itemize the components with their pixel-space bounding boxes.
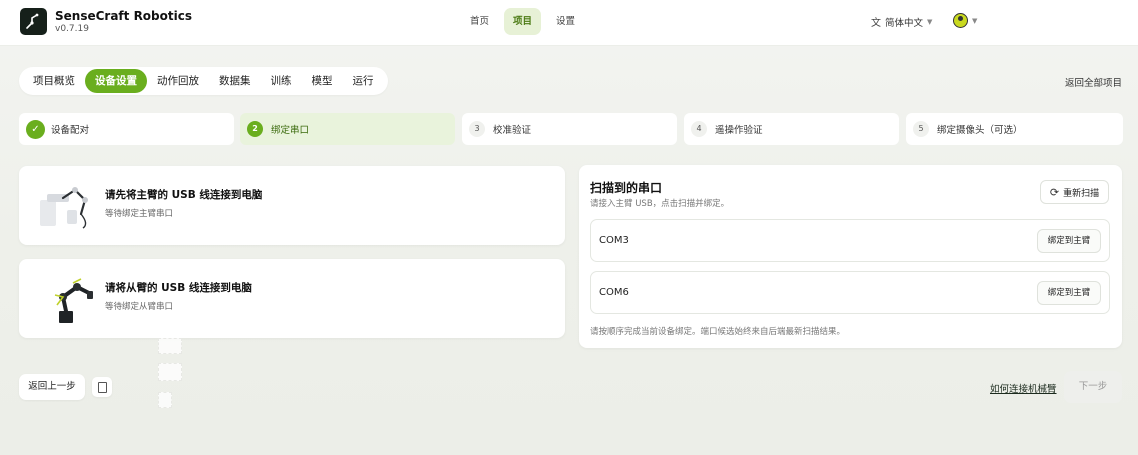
step-label: 绑定串口 (271, 125, 310, 136)
step-device-pairing[interactable]: ✓ 设备配对 (19, 113, 234, 145)
panel-subtitle: 请接入主臂 USB，点击扫描并绑定。 (590, 199, 730, 209)
follower-arm-card: 请将从臂的 USB 线连接到电脑 等待绑定从臂串口 (19, 259, 565, 338)
translate-icon: 文 (871, 18, 881, 29)
step-bind-serial-port[interactable]: 2 绑定串口 (240, 113, 455, 145)
setup-stepper: ✓ 设备配对 2 绑定串口 3 校准验证 4 遥操作验证 5 绑定摄像头（可选） (19, 113, 1123, 145)
bind-to-leader-button[interactable]: 绑定到主臂 (1037, 281, 1101, 305)
brand-name: SenseCraft Robotics (55, 9, 192, 23)
rescan-button[interactable]: ⟳ 重新扫描 (1040, 180, 1109, 204)
step-bind-camera[interactable]: 5 绑定摄像头（可选） (906, 113, 1123, 145)
how-to-connect-arm-link[interactable]: 如何连接机械臂 (990, 381, 1057, 395)
panel-note: 请按顺序完成当前设备绑定。端口候选始终来自后端最新扫描结果。 (590, 327, 846, 337)
step-number: 4 (691, 121, 707, 137)
follower-arm-image (54, 278, 93, 323)
top-navigation: 首页 项目 设置 (461, 8, 584, 35)
refresh-icon: ⟳ (1049, 185, 1060, 199)
step-label: 校准验证 (493, 125, 532, 136)
leader-arm-status: 等待绑定主臂串口 (105, 209, 174, 219)
language-selector[interactable]: 文 简体中文 ▼ (871, 14, 933, 30)
language-label: 简体中文 (885, 17, 924, 29)
tab-action-replay[interactable]: 动作回放 (147, 69, 209, 93)
step-number: 2 (247, 121, 263, 137)
nav-projects[interactable]: 项目 (504, 8, 542, 35)
step-number: 3 (469, 121, 485, 137)
previous-step-button[interactable]: 返回上一步 (19, 374, 85, 400)
user-menu[interactable]: ▼ (953, 13, 977, 28)
next-step-button[interactable]: 下一步 (1064, 371, 1122, 403)
port-name: COM6 (599, 287, 629, 298)
step-number: 5 (913, 121, 929, 137)
leader-arm-title: 请先将主臂的 USB 线连接到电脑 (105, 189, 263, 201)
follower-arm-title: 请将从臂的 USB 线连接到电脑 (105, 282, 252, 294)
chevron-down-icon: ▼ (927, 17, 933, 26)
tab-run[interactable]: 运行 (343, 69, 384, 93)
scanned-ports-panel: 扫描到的串口 请接入主臂 USB，点击扫描并绑定。 ⟳ 重新扫描 COM3 绑定… (579, 165, 1122, 348)
tab-dataset[interactable]: 数据集 (209, 69, 261, 93)
check-icon: ✓ (26, 119, 45, 139)
tab-device-setup[interactable]: 设备设置 (85, 69, 147, 93)
tab-training[interactable]: 训练 (261, 69, 302, 93)
nav-home[interactable]: 首页 (461, 8, 498, 35)
panel-title: 扫描到的串口 (590, 181, 663, 195)
document-icon[interactable] (92, 377, 112, 397)
rescan-label: 重新扫描 (1063, 188, 1100, 199)
tab-project-overview[interactable]: 项目概览 (23, 69, 85, 93)
step-label: 遥操作验证 (715, 125, 763, 136)
follower-arm-status: 等待绑定从臂串口 (105, 302, 174, 312)
step-label: 设备配对 (51, 125, 90, 136)
tab-models[interactable]: 模型 (302, 69, 343, 93)
bind-to-leader-button[interactable]: 绑定到主臂 (1037, 229, 1101, 253)
robot-arm-logo-icon (26, 13, 39, 29)
port-row-com6: COM6 绑定到主臂 (590, 271, 1110, 314)
nav-settings[interactable]: 设置 (547, 8, 584, 35)
placeholder-artifact (158, 338, 182, 354)
back-to-all-projects-link[interactable]: 返回全部项目 (1065, 75, 1122, 89)
app-version: v0.7.19 (55, 24, 89, 34)
port-row-com3: COM3 绑定到主臂 (590, 219, 1110, 262)
placeholder-artifact (158, 392, 172, 408)
project-tabs: 项目概览 设备设置 动作回放 数据集 训练 模型 运行 (19, 67, 388, 95)
app-logo[interactable] (20, 8, 47, 35)
placeholder-artifact (158, 363, 182, 381)
leader-arm-image (40, 187, 88, 229)
top-header: SenseCraft Robotics v0.7.19 首页 项目 设置 文 简… (0, 0, 1138, 46)
port-name: COM3 (599, 235, 629, 246)
step-label: 绑定摄像头（可选） (937, 125, 1023, 136)
leader-arm-card: 请先将主臂的 USB 线连接到电脑 等待绑定主臂串口 (19, 166, 565, 245)
chevron-down-icon: ▼ (972, 16, 978, 25)
step-teleop-verify[interactable]: 4 遥操作验证 (684, 113, 899, 145)
step-calibration[interactable]: 3 校准验证 (462, 113, 677, 145)
user-avatar-icon (953, 13, 968, 28)
